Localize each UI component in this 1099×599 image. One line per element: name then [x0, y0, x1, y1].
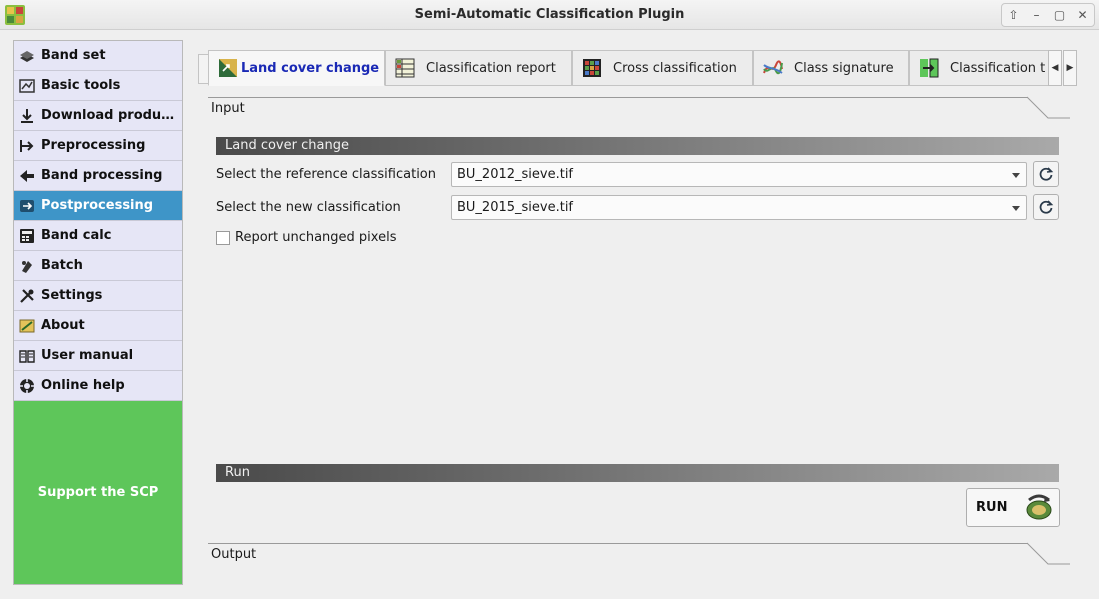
reference-classification-select[interactable]: BU_2012_sieve.tif: [451, 162, 1027, 187]
sidebar-item-band-calc[interactable]: Band calc: [14, 221, 182, 251]
sidebar-item-label: Download produ…: [41, 108, 175, 123]
sidebar-item-online-help[interactable]: Online help: [14, 371, 182, 401]
refresh-new-button[interactable]: [1033, 194, 1059, 220]
refresh-reference-button[interactable]: [1033, 161, 1059, 187]
sidebar-item-label: Band processing: [41, 168, 163, 183]
new-classification-value: BU_2015_sieve.tif: [457, 200, 574, 215]
sidebar-item-settings[interactable]: Settings: [14, 281, 182, 311]
output-section-divider: [208, 543, 1028, 544]
preprocessing-icon: [20, 139, 34, 152]
tab-label: Classification t: [950, 60, 1046, 76]
sidebar-item-band-set[interactable]: Band set: [14, 41, 182, 71]
about-icon: [19, 319, 35, 332]
refresh-icon: [1039, 200, 1054, 214]
tab-class-signature[interactable]: Class signature: [753, 50, 909, 86]
classification-to-vector-icon: [920, 58, 939, 78]
sidebar-item-about[interactable]: About: [14, 311, 182, 341]
tab-label: Class signature: [794, 60, 894, 76]
band-processing-icon: [20, 169, 34, 182]
sidebar-item-download-products[interactable]: Download produ…: [14, 101, 182, 131]
sidebar-item-preprocessing[interactable]: Preprocessing: [14, 131, 182, 161]
sidebar-item-label: About: [41, 318, 85, 333]
tab-classification-report[interactable]: Classification report: [385, 50, 572, 86]
sidebar-item-label: Batch: [41, 258, 83, 273]
chevron-down-icon: [1012, 173, 1020, 178]
sidebar-item-batch[interactable]: Batch: [14, 251, 182, 281]
download-icon: [21, 108, 33, 123]
batch-icon: [22, 260, 32, 273]
report-unchanged-checkbox[interactable]: [216, 231, 230, 245]
band-set-icon: [20, 50, 34, 62]
reference-classification-label: Select the reference classification: [216, 167, 436, 182]
new-classification-select[interactable]: BU_2015_sieve.tif: [451, 195, 1027, 220]
input-section-divider: [208, 97, 1028, 98]
basic-tools-icon: [19, 78, 35, 93]
output-section-label[interactable]: Output: [211, 547, 256, 562]
sidebar-item-band-processing[interactable]: Band processing: [14, 161, 182, 191]
title-bar: Semi-Automatic Classification Plugin ⇧ –…: [0, 0, 1099, 30]
sidebar-item-label: Band set: [41, 48, 106, 63]
tab-classification-to-vector[interactable]: Classification t: [909, 50, 1048, 86]
tab-label: Cross classification: [613, 60, 737, 76]
close-icon[interactable]: ✕: [1073, 5, 1093, 25]
window-controls: ⇧ – ▢ ✕: [1001, 3, 1095, 27]
run-icon: [1026, 494, 1052, 519]
minimize-icon[interactable]: –: [1027, 5, 1047, 25]
band-calc-icon: [20, 228, 34, 243]
sidebar-item-label: Settings: [41, 288, 103, 303]
chevron-down-icon: [1012, 206, 1020, 211]
settings-icon: [20, 288, 34, 303]
cross-classification-icon: [583, 59, 601, 77]
tab-label: Land cover change: [241, 60, 380, 76]
sidebar: Band set Basic tools Download produ… Pre…: [13, 40, 183, 585]
postprocessing-icon: [20, 199, 34, 212]
new-classification-label: Select the new classification: [216, 200, 401, 215]
sidebar-item-label: Online help: [41, 378, 125, 393]
tab-scroll-right-button[interactable]: ▶: [1063, 50, 1077, 86]
tab-bar-left-edge: [198, 54, 208, 84]
reference-classification-value: BU_2012_sieve.tif: [457, 167, 574, 182]
sidebar-item-label: Basic tools: [41, 78, 121, 93]
sidebar-item-label: User manual: [41, 348, 134, 363]
sidebar-item-label: Postprocessing: [41, 198, 154, 213]
refresh-icon: [1039, 167, 1054, 181]
tab-bar: Land cover change Classification report …: [198, 50, 1078, 86]
sidebar-item-basic-tools[interactable]: Basic tools: [14, 71, 182, 101]
user-manual-icon: [19, 349, 35, 363]
sidebar-item-postprocessing[interactable]: Postprocessing: [14, 191, 182, 221]
report-unchanged-label[interactable]: Report unchanged pixels: [235, 230, 396, 245]
run-header: Run: [216, 464, 1059, 482]
tab-label: Classification report: [426, 60, 556, 76]
sidebar-item-user-manual[interactable]: User manual: [14, 341, 182, 371]
class-signature-icon: [763, 60, 783, 75]
online-help-icon: [20, 378, 34, 393]
window-title: Semi-Automatic Classification Plugin: [414, 7, 685, 22]
up-arrow-icon[interactable]: ⇧: [1004, 5, 1024, 25]
support-the-scp-button[interactable]: Support the SCP: [14, 401, 182, 584]
input-section-collapse-tab[interactable]: [1026, 96, 1070, 120]
tab-scroll-left-button[interactable]: ◀: [1048, 50, 1062, 86]
run-button[interactable]: RUN: [966, 488, 1060, 527]
output-section-collapse-tab[interactable]: [1026, 542, 1070, 566]
sidebar-item-label: Preprocessing: [41, 138, 146, 153]
land-cover-change-header: Land cover change: [216, 137, 1059, 155]
input-section-label[interactable]: Input: [211, 101, 245, 116]
land-cover-change-icon: [219, 59, 237, 77]
sidebar-item-label: Band calc: [41, 228, 112, 243]
classification-report-icon: [395, 58, 415, 78]
run-button-label: RUN: [976, 500, 1008, 515]
maximize-icon[interactable]: ▢: [1050, 5, 1070, 25]
tab-cross-classification[interactable]: Cross classification: [572, 50, 753, 86]
tab-land-cover-change[interactable]: Land cover change: [208, 50, 385, 86]
